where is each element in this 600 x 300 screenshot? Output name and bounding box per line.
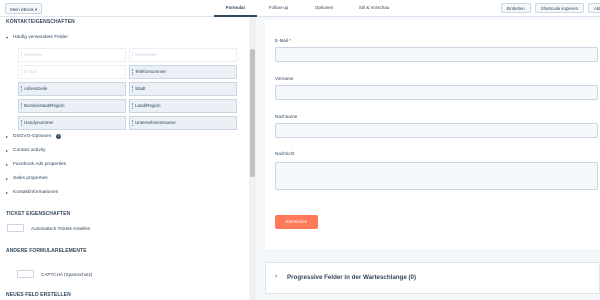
form-select-dropdown[interactable]: Mein eBook ▾ xyxy=(5,3,43,14)
tab-follow-up[interactable]: Follow-up xyxy=(257,0,300,17)
tab-optionen[interactable]: Optionen xyxy=(300,0,348,17)
caret-right-icon: ▸ xyxy=(6,134,9,139)
frequent-fields-label: Häufig verwendete Felder xyxy=(13,35,68,40)
editor-tabs: Formular Follow-up Optionen Stil & Vorsc… xyxy=(214,0,400,17)
group-label: DSGVO-Optionen xyxy=(13,134,52,139)
field-chip-unternehmensname[interactable]: Unternehmensname xyxy=(129,116,237,130)
captcha-label: CAPTCHA (Spamschutz) xyxy=(41,272,93,277)
group-label: Kontaktinformationen xyxy=(13,190,59,195)
tab-stil-vorschau[interactable]: Stil & Vorschau xyxy=(348,0,400,17)
caret-right-icon: ▸ xyxy=(6,190,9,195)
caret-right-icon: ▸ xyxy=(6,162,9,167)
caret-right-icon: ▸ xyxy=(6,148,9,153)
section-title-ticket-properties: TICKET EIGENSCHAFTEN xyxy=(6,211,71,217)
email-field[interactable] xyxy=(275,47,598,62)
lastname-field[interactable] xyxy=(275,123,598,138)
field-chip-stadt[interactable]: Stadt xyxy=(129,82,237,96)
email-field-label: E-Mail * xyxy=(275,38,292,43)
sidebar-scroll-thumb[interactable] xyxy=(250,49,255,177)
lastname-field-label: Nachname xyxy=(275,114,298,119)
message-field[interactable] xyxy=(275,162,598,190)
group-contact-activity[interactable]: ▸ Contact activity xyxy=(6,148,46,153)
toolbar-actions: Einbetten Shortcode kopieren Akti xyxy=(500,3,600,13)
field-chip-telefonnummer[interactable]: Telefonnummer xyxy=(129,65,237,79)
field-chip-vorname: Vorname xyxy=(18,48,126,62)
captcha-toggle[interactable] xyxy=(17,270,34,278)
actions-button[interactable]: Akti xyxy=(588,3,600,13)
group-facebook-ads[interactable]: ▸ Facebook Ads properties xyxy=(6,162,66,167)
info-icon[interactable]: i xyxy=(56,134,62,139)
field-chip-land[interactable]: Land/Region xyxy=(129,99,237,113)
frequent-fields-toggle[interactable]: ▾ Häufig verwendete Felder xyxy=(6,35,68,40)
group-dsgvo[interactable]: ▸ DSGVO-Optionen i xyxy=(6,134,62,139)
field-chip-adresszeile[interactable]: Adresszeile xyxy=(18,82,126,96)
field-chip-email: E-Mail xyxy=(18,65,126,79)
top-toolbar: Mein eBook ▾ Formular Follow-up Optionen… xyxy=(0,0,600,17)
field-chip-bundesstaat[interactable]: Bundesstaat/Region xyxy=(18,99,126,113)
tab-formular[interactable]: Formular xyxy=(214,0,257,17)
group-label: Sales properties xyxy=(13,176,48,181)
message-field-label: Nachricht xyxy=(275,151,295,156)
auto-tickets-label: Automatisch Tickets erstellen xyxy=(31,226,91,231)
caret-down-icon: ▾ xyxy=(6,35,9,40)
progressive-fields-label: Progressive Felder in der Warteschlange … xyxy=(287,274,417,281)
firstname-field[interactable] xyxy=(275,85,598,100)
section-title-contact-properties: KONTAKTEIGENSCHAFTEN xyxy=(6,19,75,25)
group-label: Facebook Ads properties xyxy=(13,162,67,167)
firstname-field-label: Vorname xyxy=(275,76,294,81)
field-chip-handynummer[interactable]: Handynummer xyxy=(18,116,126,130)
submit-button[interactable]: Einreichen xyxy=(275,215,318,229)
field-chip-nachname: Nachname xyxy=(129,48,237,62)
section-title-other-elements: ANDERE FORMULARELEMENTE xyxy=(6,248,87,254)
chevron-right-icon[interactable]: › xyxy=(275,273,277,280)
group-label: Contact activity xyxy=(13,148,46,153)
copy-shortcode-button[interactable]: Shortcode kopieren xyxy=(534,3,584,13)
section-title-new-field: NEUES FELD ERSTELLEN xyxy=(6,292,71,298)
caret-right-icon: ▸ xyxy=(6,176,9,181)
group-sales-properties[interactable]: ▸ Sales properties xyxy=(6,176,48,181)
group-kontaktinformationen[interactable]: ▸ Kontaktinformationen xyxy=(6,190,58,195)
auto-tickets-toggle[interactable] xyxy=(7,224,24,232)
embed-button[interactable]: Einbetten xyxy=(500,3,531,13)
